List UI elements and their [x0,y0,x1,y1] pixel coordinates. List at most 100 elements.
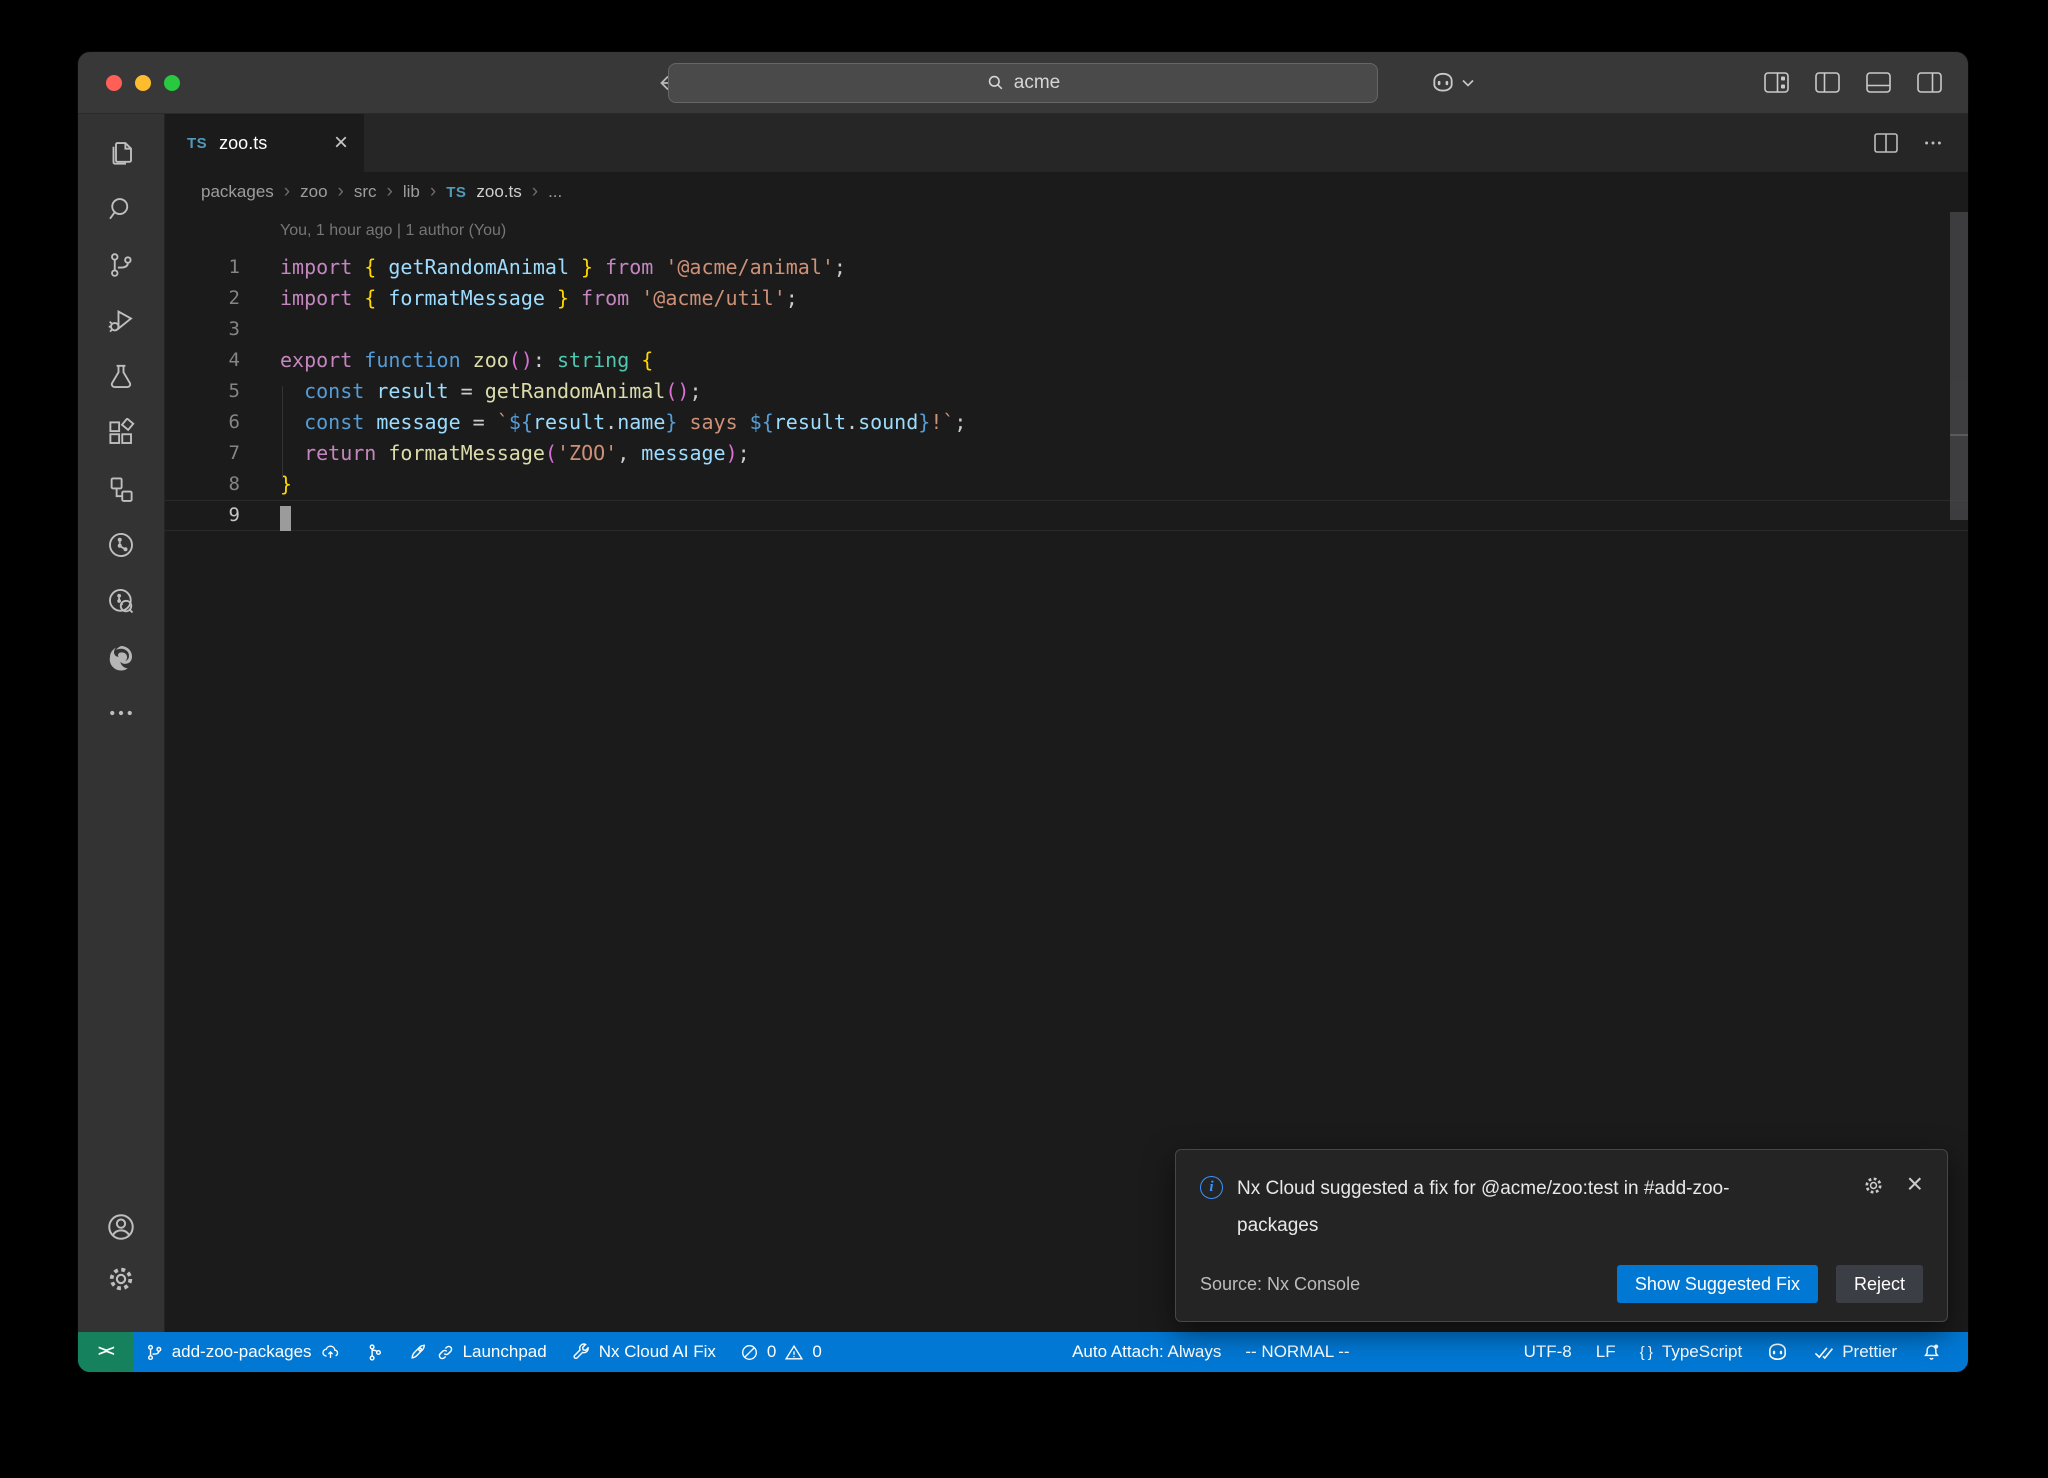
code-line[interactable]: 9 [165,500,1968,531]
settings-gear-icon[interactable] [104,1262,138,1296]
line-content [240,500,291,531]
breadcrumb-item[interactable]: src [354,182,377,202]
rocket-icon [408,1342,428,1362]
remote-indicator[interactable]: >< [78,1332,133,1372]
formatter-item[interactable]: Prettier [1801,1332,1909,1372]
toggle-primary-sidebar-icon[interactable] [1815,72,1840,93]
git-branch-icon [145,1343,164,1362]
warning-count: 0 [812,1342,821,1362]
tab-close-icon[interactable]: × [334,131,348,155]
git-blame-annotation[interactable]: You, 1 hour ago | 1 author (You) [165,212,1968,252]
search-value: acme [1014,72,1060,94]
breadcrumb-item[interactable]: packages [201,182,274,202]
notification-close-icon[interactable]: × [1907,1174,1923,1194]
minimize-window-button[interactable] [135,75,151,91]
typescript-file-icon: TS [446,184,466,201]
close-window-button[interactable] [106,75,122,91]
warning-icon [784,1343,804,1362]
link-icon [436,1343,455,1362]
code-line[interactable]: 7 return formatMessage('ZOO', message); [165,438,1968,469]
more-views-icon[interactable] [104,696,138,730]
vim-mode-item[interactable]: -- NORMAL -- [1233,1332,1361,1372]
explorer-icon[interactable] [104,136,138,170]
traffic-lights [106,75,180,91]
breadcrumb-separator: › [284,181,290,203]
edge-icon[interactable] [104,640,138,674]
run-debug-icon[interactable] [104,304,138,338]
code-line[interactable]: 1import { getRandomAnimal } from '@acme/… [165,252,1968,283]
breadcrumb-more[interactable]: ... [548,182,562,202]
language-label: TypeScript [1662,1342,1742,1362]
launchpad-item[interactable]: Launchpad [396,1332,559,1372]
nx-cloud-ai-fix-label: Nx Cloud AI Fix [599,1342,716,1362]
code-line[interactable]: 6 const message = `${result.name} says $… [165,407,1968,438]
auto-attach-item[interactable]: Auto Attach: Always [1060,1332,1233,1372]
eol-item[interactable]: LF [1584,1332,1628,1372]
line-number[interactable]: 9 [165,500,240,531]
customize-layout-icon[interactable] [1764,72,1789,93]
breadcrumb-separator: › [430,181,436,203]
block-cursor [280,506,291,531]
gitlens-inspect-icon[interactable] [104,584,138,618]
code-line[interactable]: 5 const result = getRandomAnimal(); [165,376,1968,407]
source-control-icon[interactable] [104,248,138,282]
copilot-menu[interactable] [1430,70,1474,96]
nx-cloud-ai-fix-item[interactable]: Nx Cloud AI Fix [559,1332,728,1372]
status-bar: >< add-zoo-packages Launchpad [78,1332,1968,1372]
gitlens-icon[interactable] [104,528,138,562]
split-editor-icon[interactable] [1874,133,1898,153]
breadcrumb-item[interactable]: lib [403,182,420,202]
breadcrumb-file[interactable]: zoo.ts [476,182,521,202]
command-center-search[interactable]: acme [668,63,1378,103]
editor-scrollbar[interactable] [1950,212,1968,520]
error-count: 0 [767,1342,776,1362]
line-content: return formatMessage('ZOO', message); [240,438,750,469]
notification-message: Nx Cloud suggested a fix for @acme/zoo:t… [1237,1170,1797,1244]
problems-item[interactable]: 0 0 [728,1332,834,1372]
toggle-panel-icon[interactable] [1866,72,1891,93]
encoding-item[interactable]: UTF-8 [1512,1332,1584,1372]
line-number[interactable]: 6 [165,407,240,438]
check-all-icon [1813,1344,1834,1361]
line-number[interactable]: 3 [165,314,240,345]
editor-more-actions-icon[interactable] [1922,132,1944,154]
code-line[interactable]: 4export function zoo(): string { [165,345,1968,376]
accounts-icon[interactable] [104,1210,138,1244]
source-control-graph-item[interactable] [353,1332,396,1372]
notification-settings-gear-icon[interactable] [1862,1174,1885,1197]
extensions-icon[interactable] [104,416,138,450]
notifications-bell-item[interactable] [1909,1332,1954,1372]
line-content: const result = getRandomAnimal(); [240,376,702,407]
nx-console-icon[interactable] [104,472,138,506]
git-branch-label: add-zoo-packages [172,1342,312,1362]
code-line[interactable]: 3 [165,314,1968,345]
line-number[interactable]: 1 [165,252,240,283]
line-content: import { getRandomAnimal } from '@acme/a… [240,252,846,283]
line-content: export function zoo(): string { [240,345,653,376]
breadcrumb-separator: › [532,181,538,203]
error-icon [740,1343,759,1362]
reject-button[interactable]: Reject [1836,1265,1923,1303]
line-number[interactable]: 4 [165,345,240,376]
search-view-icon[interactable] [104,192,138,226]
breadcrumb-item[interactable]: zoo [300,182,327,202]
language-item[interactable]: { } TypeScript [1628,1332,1755,1372]
code-line[interactable]: 2import { formatMessage } from '@acme/ut… [165,283,1968,314]
show-suggested-fix-button[interactable]: Show Suggested Fix [1617,1265,1818,1303]
line-number[interactable]: 5 [165,376,240,407]
line-content: import { formatMessage } from '@acme/uti… [240,283,798,314]
testing-icon[interactable] [104,360,138,394]
toggle-secondary-sidebar-icon[interactable] [1917,72,1942,93]
line-content: const message = `${result.name} says ${r… [240,407,966,438]
line-number[interactable]: 7 [165,438,240,469]
zoom-window-button[interactable] [164,75,180,91]
code-lines: 1import { getRandomAnimal } from '@acme/… [165,252,1968,531]
tab-zoo-ts[interactable]: TS zoo.ts × [165,114,365,172]
line-number[interactable]: 2 [165,283,240,314]
activity-bar [78,114,165,1332]
git-branch-item[interactable]: add-zoo-packages [133,1332,353,1372]
line-number[interactable]: 8 [165,469,240,500]
copilot-icon [1766,1341,1789,1364]
code-line[interactable]: 8} [165,469,1968,500]
copilot-status-item[interactable] [1754,1332,1801,1372]
